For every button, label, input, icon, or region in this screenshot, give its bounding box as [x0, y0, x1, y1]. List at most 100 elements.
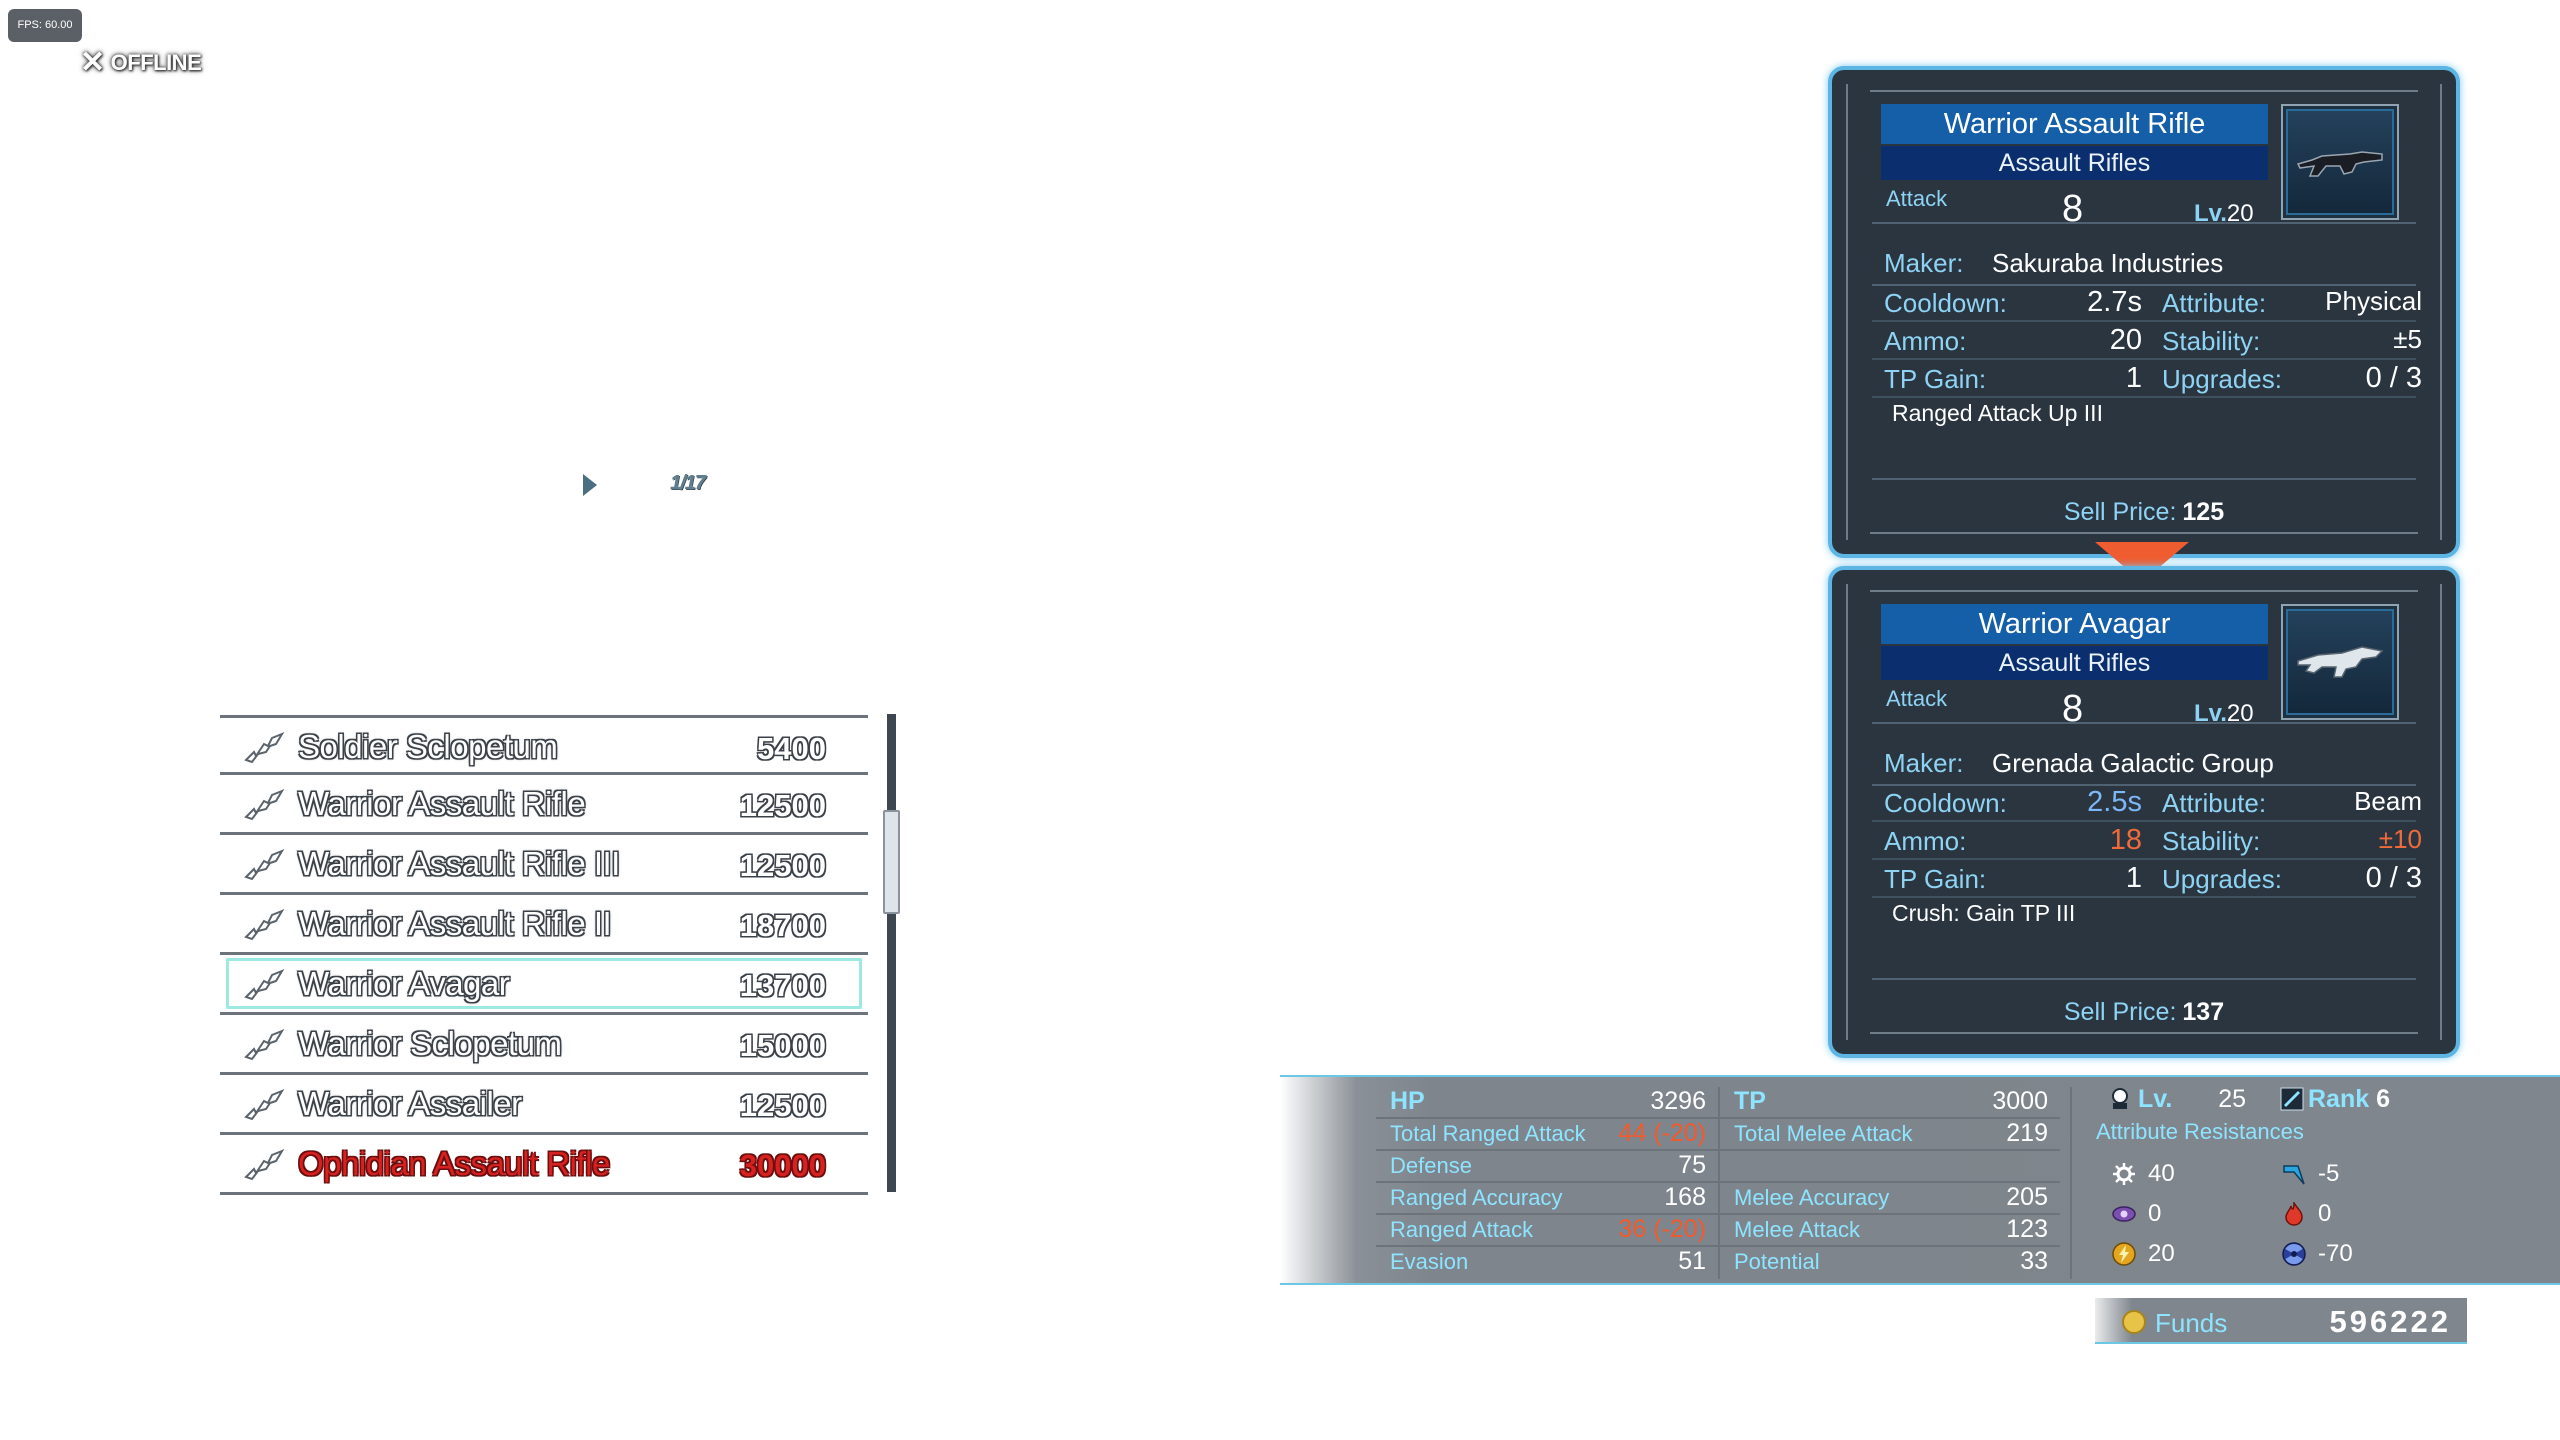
attribute-value: Physical	[2325, 286, 2422, 316]
ammo-value: 20	[2109, 324, 2142, 356]
ammo-label: Ammo:	[1884, 326, 1967, 356]
attribute-resistances: Lv. 25 Rank 6 Attribute Resistances 40 -…	[2096, 1085, 2442, 1267]
weapon-category: Assault Rifles	[1881, 146, 2268, 180]
funds-label: Funds	[2155, 1308, 2228, 1338]
stat-defense: Defense 75	[1376, 1151, 1718, 1183]
level-icon	[2112, 1088, 2128, 1109]
equipped-weapon-card: Warrior Assault Rifle Assault Rifles Att…	[1828, 66, 2460, 558]
upgrades-value: 0 / 3	[2365, 362, 2422, 394]
resist-fire: 0	[2282, 1199, 2331, 1229]
sell-price-label: Sell Price:	[2063, 998, 2177, 1026]
resistances-label: Attribute Resistances	[2096, 1119, 2304, 1144]
coin-icon	[2122, 1310, 2146, 1334]
stat-total-melee-attack: Total Melee Attack 219	[1720, 1119, 2060, 1151]
radiation-icon	[2282, 1242, 2306, 1266]
upgrades-value: 0 / 3	[2365, 862, 2422, 894]
item-price: 12500	[739, 1088, 826, 1123]
stability-label: Stability:	[2162, 326, 2261, 356]
list-item[interactable]: Soldier Sclopetum 5400	[220, 715, 868, 775]
page-indicator: 1/17	[670, 472, 706, 494]
char-level-label: Lv.	[2138, 1085, 2173, 1113]
maker-value: Grenada Galactic Group	[1992, 748, 2274, 778]
list-item[interactable]: Warrior Assault Rifle 12500	[220, 775, 868, 835]
attribute-value: Beam	[2354, 786, 2422, 816]
fps-counter: FPS: 60.00	[8, 9, 82, 42]
resist-radiation: -70	[2282, 1239, 2353, 1269]
stat-melee-attack: Melee Attack 123	[1720, 1215, 2060, 1247]
char-level-value: 25	[2218, 1085, 2246, 1113]
attribute-label: Attribute:	[2162, 288, 2267, 318]
resist-electric: 20	[2112, 1239, 2175, 1269]
weapon-ability: Ranged Attack Up III	[1892, 400, 2103, 426]
weapon-list: Soldier Sclopetum 5400 Warrior Assault R…	[220, 715, 868, 1195]
rank-icon	[2280, 1087, 2304, 1111]
stat-melee-accuracy: Melee Accuracy 205	[1720, 1183, 2060, 1215]
ammo-value: 18	[2109, 824, 2142, 856]
stat-row-tp: TP Gain: 1 Upgrades: 0 / 3	[1872, 862, 2422, 898]
stability-label: Stability:	[2162, 826, 2261, 856]
stat-row-ammo: Ammo: 18 Stability: ±10	[1872, 824, 2422, 860]
stat-row-cooldown: Cooldown: 2.5s Attribute: Beam	[1872, 786, 2422, 822]
resist-physical: 40	[2112, 1159, 2175, 1189]
attack-value: 8	[2062, 188, 2084, 230]
list-item[interactable]: Warrior Assailer 12500	[220, 1075, 868, 1135]
stat-ranged-accuracy: Ranged Accuracy 168	[1376, 1183, 1718, 1215]
electric-icon	[2112, 1242, 2136, 1266]
stability-value: ±10	[2378, 824, 2422, 854]
stability-value: ±5	[2393, 324, 2422, 354]
item-price: 15000	[739, 1028, 826, 1063]
attack-label: Attack	[1886, 186, 1948, 211]
attack-value: 8	[2062, 688, 2084, 730]
offline-indicator: ✕ OFFLINE	[80, 46, 202, 80]
stat-empty	[1720, 1151, 2060, 1183]
item-price: 5400	[757, 731, 826, 766]
sell-price: Sell Price: 137	[1832, 998, 2456, 1027]
sell-price-label: Sell Price:	[2063, 498, 2177, 526]
item-name: Warrior Assault Rifle III	[298, 845, 620, 882]
sell-price-value: 137	[2182, 998, 2225, 1026]
page-next-arrow-icon[interactable]	[583, 474, 597, 496]
tp-gain-value: 1	[2125, 862, 2142, 894]
candidate-weapon-card: Warrior Avagar Assault Rifles Attack 8 L…	[1828, 566, 2460, 1058]
item-name: Warrior Avagar	[298, 965, 510, 1002]
rifle-icon	[244, 731, 285, 764]
list-item-unaffordable[interactable]: Ophidian Assault Rifle 30000	[220, 1135, 868, 1195]
weapon-ability: Crush: Gain TP III	[1892, 900, 2076, 926]
cooldown-label: Cooldown:	[1884, 288, 2007, 318]
rank: Rank 6	[2308, 1085, 2390, 1114]
attribute-label: Attribute:	[2162, 788, 2267, 818]
rifle-icon	[244, 908, 285, 941]
stat-potential: Potential 33	[1734, 1247, 2048, 1275]
rifle-icon	[244, 848, 285, 881]
fire-icon	[2285, 1202, 2303, 1226]
resist-beam-value: -5	[2318, 1160, 2340, 1187]
item-price: 13700	[739, 968, 826, 1003]
ammo-label: Ammo:	[1884, 826, 1967, 856]
upgrades-label: Upgrades:	[2162, 864, 2282, 894]
resist-psychic-value: 0	[2148, 1200, 2162, 1227]
weapon-list-scrollbar[interactable]	[883, 714, 900, 1192]
item-name: Ophidian Assault Rifle	[298, 1145, 610, 1182]
weapon-category: Assault Rifles	[1881, 646, 2268, 680]
scrollbar-thumb[interactable]	[883, 810, 900, 914]
cooldown-label: Cooldown:	[1884, 788, 2007, 818]
physical-icon	[2113, 1163, 2135, 1185]
tp-gain-label: TP Gain:	[1884, 864, 1987, 894]
list-item-selected[interactable]: Warrior Avagar 13700	[220, 955, 868, 1015]
rank-value: 6	[2376, 1085, 2390, 1113]
resist-physical-value: 40	[2148, 1160, 2175, 1187]
rifle-icon	[244, 788, 285, 821]
rifle-icon	[244, 1028, 285, 1061]
item-name: Warrior Assailer	[298, 1085, 522, 1122]
sell-price: Sell Price: 125	[1832, 498, 2456, 527]
item-price: 12500	[739, 788, 826, 823]
rifle-icon	[244, 1088, 285, 1121]
close-icon: ✕	[80, 46, 105, 79]
stat-ranged-attack: Ranged Attack 36 (-20)	[1376, 1215, 1718, 1247]
maker-value: Sakuraba Industries	[1992, 248, 2224, 278]
list-item[interactable]: Warrior Sclopetum 15000	[220, 1015, 868, 1075]
stat-evasion: Evasion 51	[1390, 1247, 1706, 1275]
item-name: Soldier Sclopetum	[298, 728, 558, 765]
list-item[interactable]: Warrior Assault Rifle III 12500	[220, 835, 868, 895]
list-item[interactable]: Warrior Assault Rifle II 18700	[220, 895, 868, 955]
